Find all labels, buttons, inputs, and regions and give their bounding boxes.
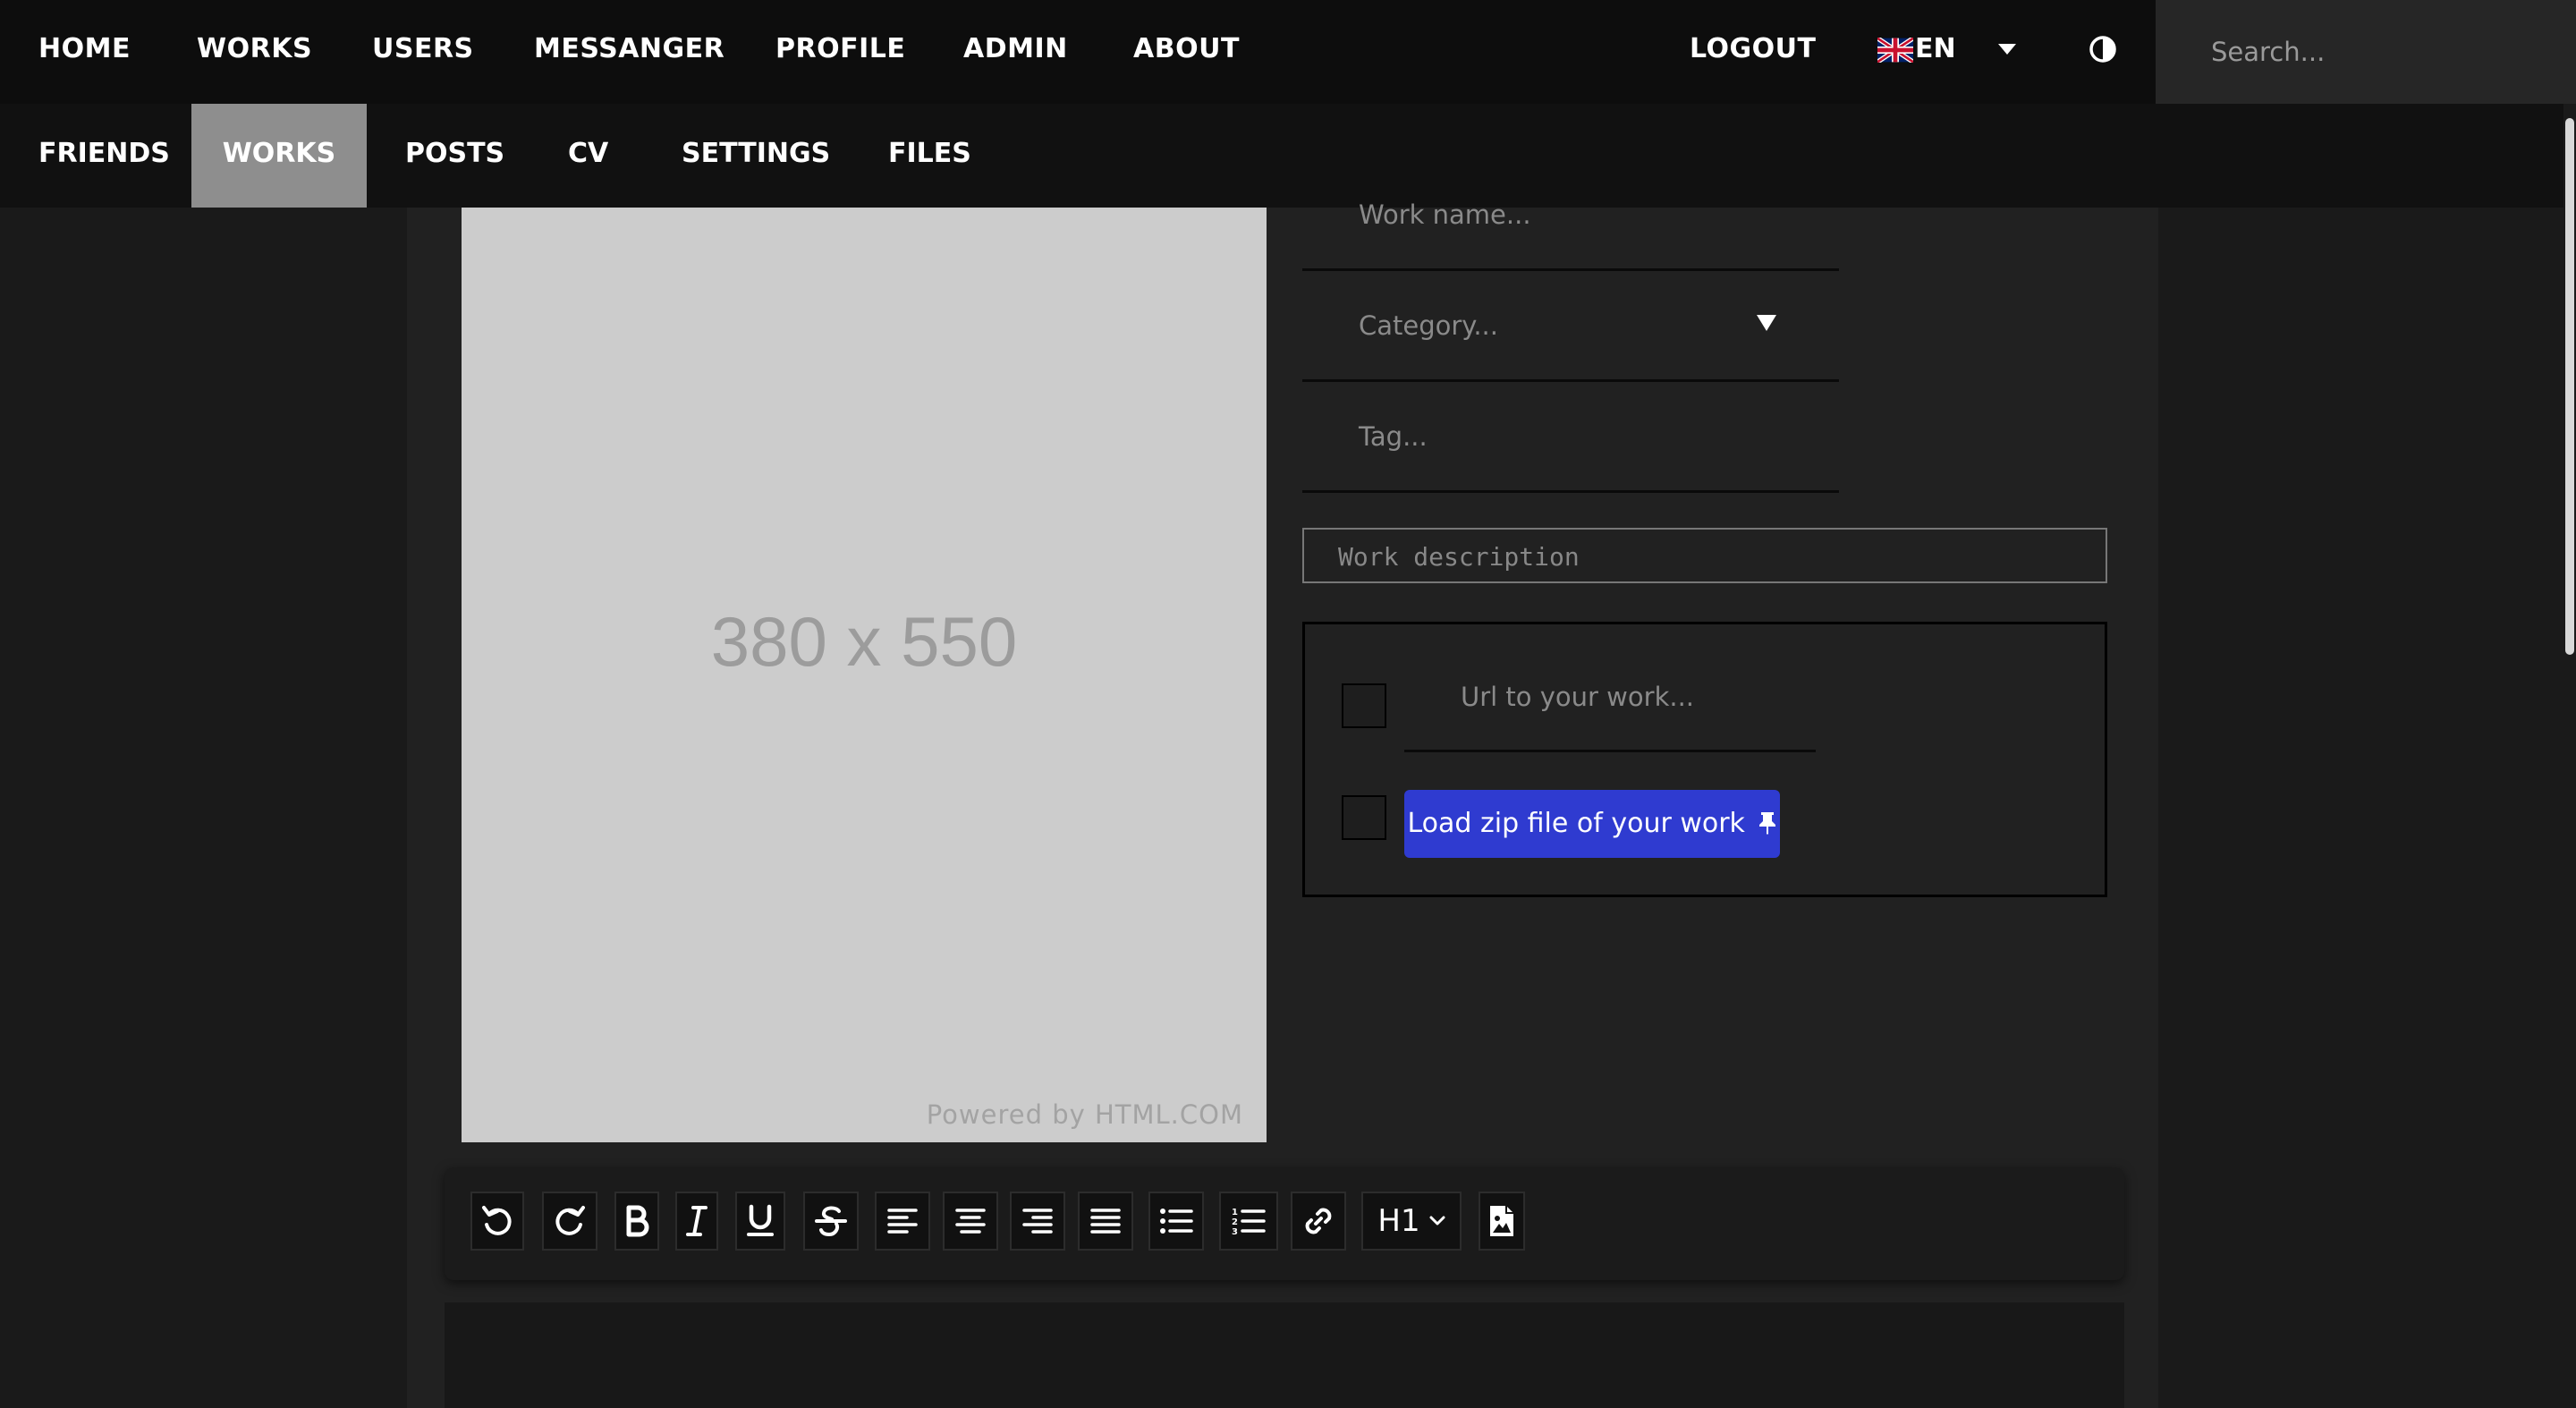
- heading-select-value: H1: [1377, 1203, 1420, 1239]
- bold-button[interactable]: [614, 1192, 659, 1251]
- nav-logout[interactable]: LOGOUT: [1690, 0, 1817, 104]
- top-navbar: HOME WORKS USERS MESSANGER PROFILE ADMIN…: [0, 0, 2576, 104]
- search-box: [2156, 0, 2576, 104]
- subnav-cv[interactable]: CV: [568, 104, 608, 208]
- strikethrough-icon: [815, 1206, 847, 1237]
- link-icon: [1305, 1208, 1332, 1234]
- dropdown-caret-icon: [1757, 315, 1776, 331]
- editor-content-area[interactable]: [445, 1302, 2124, 1408]
- chevron-down-icon: [1429, 1216, 1445, 1226]
- subnav-files[interactable]: FILES: [888, 104, 971, 208]
- chevron-down-icon[interactable]: [1998, 44, 2016, 55]
- undo-icon: [482, 1206, 512, 1235]
- search-input[interactable]: [2156, 0, 2576, 104]
- work-description-placeholder: Work description: [1338, 542, 1580, 572]
- align-center-button[interactable]: [943, 1192, 998, 1251]
- numbered-list-icon: 123: [1232, 1208, 1266, 1236]
- svg-text:1: 1: [1232, 1208, 1238, 1217]
- align-left-icon: [887, 1209, 918, 1234]
- insert-image-icon: [1490, 1206, 1513, 1236]
- redo-icon: [555, 1206, 585, 1235]
- category-select[interactable]: Category...: [1302, 272, 1839, 382]
- work-url-field[interactable]: Url to your work...: [1404, 644, 1816, 752]
- nav-profile[interactable]: PROFILE: [775, 0, 905, 104]
- bold-icon: [626, 1205, 649, 1237]
- page-scrollbar-thumb[interactable]: [2565, 118, 2574, 655]
- work-url-placeholder: Url to your work...: [1461, 682, 1695, 712]
- load-zip-button[interactable]: Load zip file of your work: [1404, 790, 1780, 858]
- align-justify-icon: [1090, 1209, 1121, 1234]
- page-margin-left: [0, 208, 407, 1408]
- subnav-works[interactable]: WORKS: [191, 104, 367, 208]
- strikethrough-button[interactable]: [803, 1192, 859, 1251]
- align-center-icon: [955, 1209, 986, 1234]
- image-dimensions-label: 380 x 550: [710, 602, 1018, 681]
- underline-button[interactable]: [735, 1192, 785, 1251]
- theme-toggle-icon[interactable]: [2089, 35, 2117, 64]
- nav-messanger[interactable]: MESSANGER: [534, 0, 724, 104]
- uk-flag-icon: [1877, 38, 1913, 63]
- work-name-field[interactable]: Work name...: [1302, 161, 1839, 271]
- subnav-posts[interactable]: POSTS: [405, 104, 504, 208]
- load-zip-label: Load zip file of your work: [1407, 808, 1745, 839]
- italic-button[interactable]: [675, 1192, 718, 1251]
- align-justify-button[interactable]: [1078, 1192, 1133, 1251]
- subnav-friends[interactable]: FRIENDS: [38, 104, 170, 208]
- numbered-list-button[interactable]: 123: [1219, 1192, 1278, 1251]
- powered-by-label: Powered by HTML.COM: [926, 1099, 1243, 1130]
- svg-text:2: 2: [1232, 1217, 1238, 1227]
- url-option-checkbox[interactable]: [1342, 683, 1386, 728]
- sub-navbar: FRIENDS WORKS POSTS CV SETTINGS FILES: [0, 104, 2576, 208]
- align-left-button[interactable]: [875, 1192, 930, 1251]
- tag-placeholder: Tag...: [1359, 421, 1428, 452]
- insert-image-button[interactable]: [1479, 1192, 1525, 1251]
- editor-toolbar: 123 H1: [445, 1167, 2124, 1280]
- work-description-field[interactable]: Work description: [1302, 528, 2107, 583]
- subnav-settings[interactable]: SETTINGS: [682, 104, 830, 208]
- link-button[interactable]: [1291, 1192, 1346, 1251]
- tag-field[interactable]: Tag...: [1302, 383, 1839, 493]
- align-right-icon: [1022, 1209, 1053, 1234]
- nav-admin[interactable]: ADMIN: [963, 0, 1068, 104]
- zip-option-checkbox[interactable]: [1342, 795, 1386, 840]
- svg-text:3: 3: [1232, 1227, 1238, 1236]
- italic-icon: [686, 1206, 708, 1236]
- heading-select[interactable]: H1: [1361, 1192, 1462, 1251]
- category-placeholder: Category...: [1359, 310, 1498, 341]
- nav-home[interactable]: HOME: [38, 0, 131, 104]
- align-right-button[interactable]: [1010, 1192, 1065, 1251]
- redo-button[interactable]: [542, 1192, 597, 1251]
- pin-icon: [1759, 812, 1776, 835]
- undo-button[interactable]: [470, 1192, 524, 1251]
- bullet-list-button[interactable]: [1148, 1192, 1204, 1251]
- nav-about[interactable]: ABOUT: [1133, 0, 1240, 104]
- work-cover-image[interactable]: 380 x 550 Powered by HTML.COM: [462, 208, 1267, 1142]
- bullet-list-icon: [1160, 1209, 1193, 1234]
- underline-icon: [747, 1204, 774, 1236]
- work-name-placeholder: Work name...: [1359, 199, 1531, 230]
- language-label: EN: [1915, 33, 1956, 64]
- nav-works[interactable]: WORKS: [197, 0, 312, 104]
- nav-users[interactable]: USERS: [372, 0, 474, 104]
